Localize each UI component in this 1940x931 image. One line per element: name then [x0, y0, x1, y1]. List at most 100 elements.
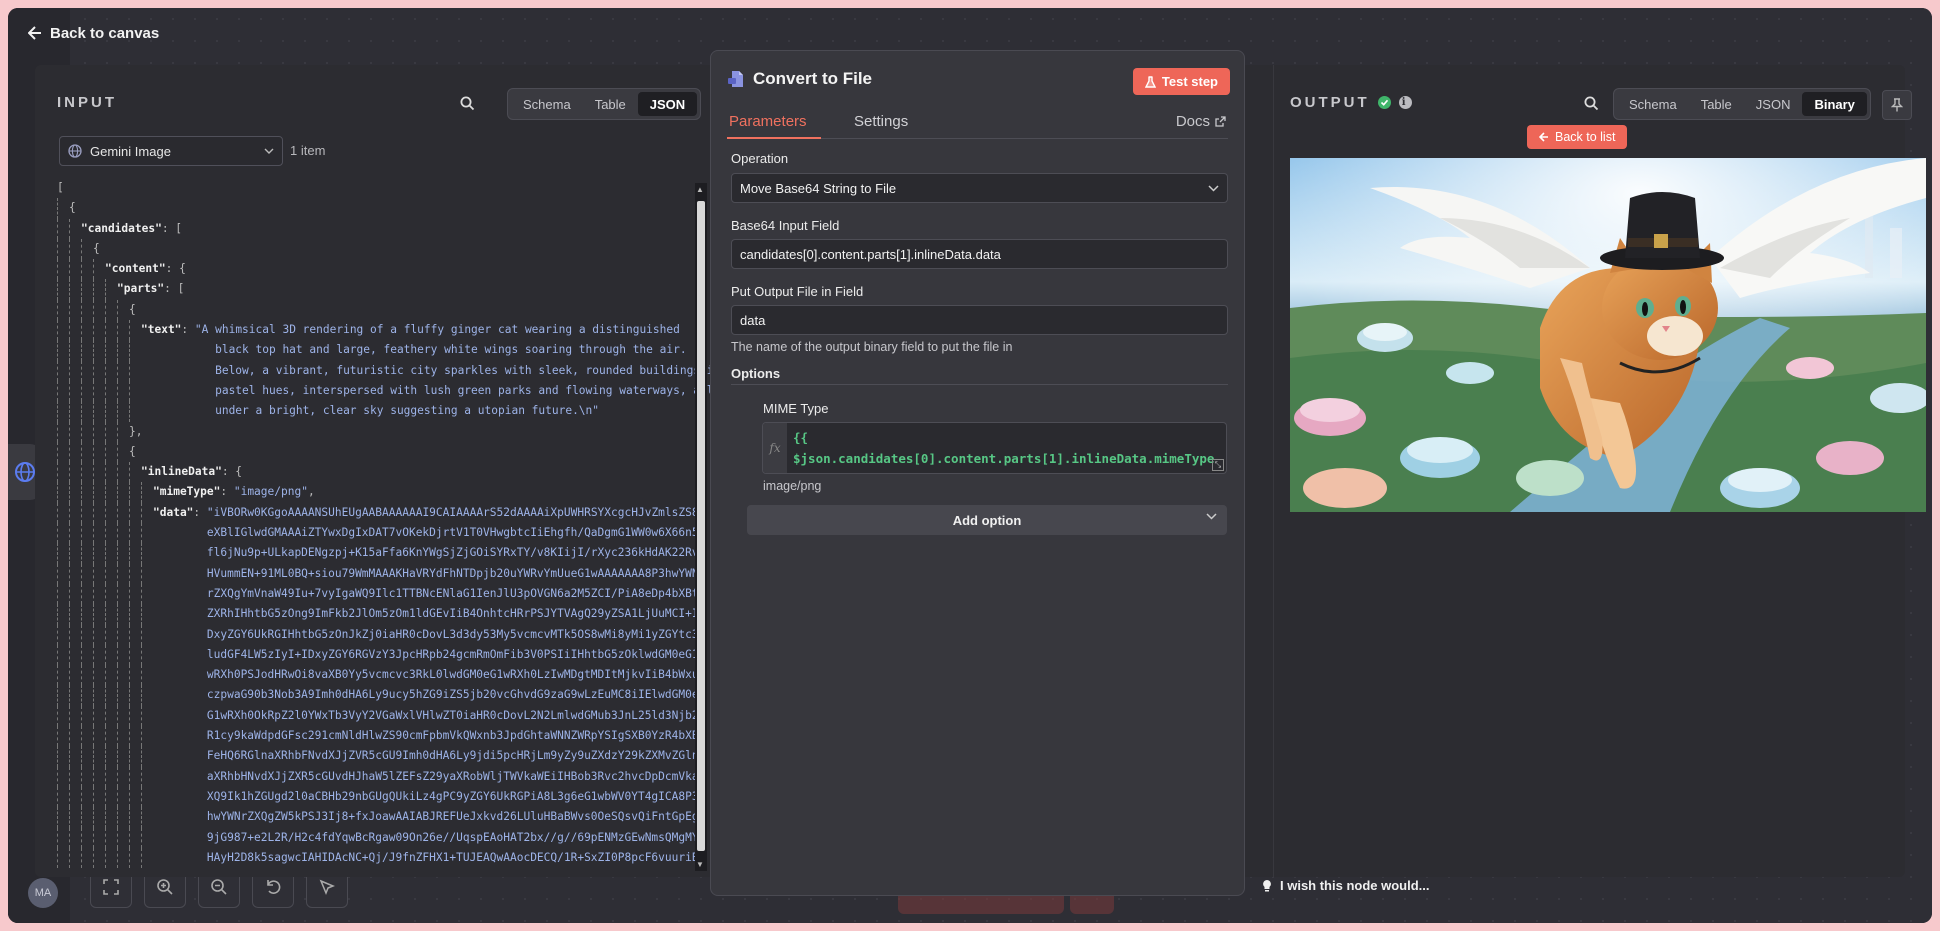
json-data-value: fl6jNu9p+ULkapDENgzpj+K15aFfa6KnYWgSjZjG…	[206, 546, 699, 560]
base64-field-label: Base64 Input Field	[731, 218, 840, 233]
input-search-button[interactable]	[457, 93, 477, 113]
chevron-down-icon	[1208, 184, 1219, 192]
input-title: INPUT	[57, 94, 117, 111]
docs-label: Docs	[1175, 113, 1210, 130]
output-view-json[interactable]: JSON	[1744, 92, 1803, 116]
json-data-value: 9jG987+e2L2R/H2c4fdYqwBcRgaw09On26e//Uqs…	[206, 830, 706, 844]
success-check-icon	[1377, 96, 1391, 109]
user-avatar[interactable]: MA	[28, 878, 58, 908]
cat-image	[1290, 158, 1926, 512]
test-step-button[interactable]: Test step	[1132, 68, 1230, 95]
operation-label: Operation	[731, 151, 789, 166]
docs-link[interactable]: Docs	[1176, 113, 1226, 130]
scroll-up-icon[interactable]: ▲	[696, 185, 704, 194]
json-scrollbar[interactable]: ▲ ▼	[695, 183, 707, 871]
node-details-panel: Convert to File Test step Parameters Set…	[710, 50, 1245, 896]
test-step-label: Test step	[1161, 74, 1218, 89]
expand-editor-icon[interactable]: ⤡	[1212, 459, 1224, 471]
json-line: aXRhbHNvdXJjZXR5cGUvdHJhaW5lZEFsZ29yaXRo…	[57, 766, 721, 787]
output-search-button[interactable]	[1581, 93, 1601, 113]
tab-settings[interactable]: Settings	[854, 113, 908, 130]
output-field-input[interactable]: data	[731, 305, 1228, 335]
search-icon	[460, 96, 474, 110]
input-view-switch: Schema Table JSON	[507, 88, 702, 120]
ndv-tabs: Parameters Settings Docs	[727, 107, 1228, 139]
json-data-value: HVummEN+91ML0BQ+siou79WmMAAAKHaVRYdFhNTD…	[206, 566, 699, 580]
options-heading: Options	[731, 366, 781, 381]
json-data-value: aXRhbHNvdXJjZXR5cGUvdHJhaW5lZEFsZ29yaXRo…	[206, 769, 699, 783]
json-data-value: HAyH2D8k5sagwcIAHIDAcNC+Qj/J9fnZFHX1+TUJ…	[206, 850, 699, 864]
json-line: hwYWNrZXQgZW5kPSJ3Ij8+fxJoawAAIABJREFUeJ…	[57, 807, 721, 828]
output-view-switch: Schema Table JSON Binary	[1613, 88, 1871, 120]
back-to-list-label: Back to list	[1555, 130, 1616, 144]
json-line: black top hat and large, feathery white …	[57, 340, 721, 361]
fit-view-icon	[103, 879, 119, 895]
json-viewer: [ { "candidates": [ { "content": { "part…	[57, 178, 721, 872]
input-view-json[interactable]: JSON	[637, 92, 698, 116]
tab-parameters[interactable]: Parameters	[729, 113, 807, 130]
json-data-value: czpwaG90b3Nob3A9Imh0dHA6Ly9ucy5hZG9iZS5j…	[206, 688, 699, 702]
json-data-value: FeHQ6RGlnaXRhbFNvdXJjZVR5cGU9Imh0dHA6Ly9…	[206, 749, 699, 763]
chevron-down-icon	[264, 148, 274, 154]
json-line: "inlineData": {	[57, 462, 721, 483]
add-option-button[interactable]: Add option	[747, 505, 1227, 535]
scroll-down-icon[interactable]: ▼	[696, 860, 704, 869]
add-option-label: Add option	[952, 512, 1022, 528]
json-line: FeHQ6RGlnaXRhbFNvdXJjZVR5cGU9Imh0dHA6Ly9…	[57, 746, 721, 767]
operation-select[interactable]: Move Base64 String to File	[731, 173, 1228, 203]
json-line: "data": "iVBORw0KGgoAAAANSUhEUgAABAAAAAA…	[57, 502, 721, 524]
json-line: "mimeType": "image/png",	[57, 482, 721, 503]
pin-data-button[interactable]	[1882, 90, 1912, 120]
input-view-schema[interactable]: Schema	[511, 92, 583, 116]
json-data-value: XQ9Ik1hZGUgd2l0aCBHb29nbGUgQUkiLz4gPC9yZ…	[206, 789, 699, 803]
json-line: {	[57, 198, 721, 219]
json-data-value: ZXRhIHhtbG5zOng9ImFkb2JlOm5zOm1ldGEvIiB4…	[206, 607, 699, 621]
info-icon[interactable]: i	[1398, 96, 1412, 109]
node-title-label: Convert to File	[753, 69, 873, 88]
output-view-table[interactable]: Table	[1689, 92, 1744, 116]
node-title: Convert to File	[727, 69, 872, 89]
input-node-select[interactable]: Gemini Image	[59, 136, 283, 166]
json-line: 9jG987+e2L2R/H2c4fdYqwBcRgaw09On26e//Uqs…	[57, 827, 721, 848]
output-view-binary[interactable]: Binary	[1802, 92, 1867, 116]
input-view-table[interactable]: Table	[583, 92, 638, 116]
json-line: Below, a vibrant, futuristic city sparkl…	[57, 360, 721, 381]
mime-type-label: MIME Type	[763, 401, 829, 416]
output-field-hint: The name of the output binary field to p…	[731, 340, 1013, 354]
json-line: "text": "A whimsical 3D rendering of a f…	[57, 320, 721, 341]
json-line: fl6jNu9p+ULkapDENgzpj+K15aFfa6KnYWgSjZjG…	[57, 543, 721, 564]
scroll-thumb[interactable]	[697, 201, 705, 851]
json-data-value: "iVBORw0KGgoAAAANSUhEUgAABAAAAAAI9CAIAAA…	[206, 505, 706, 519]
mime-type-result: image/png	[763, 479, 822, 493]
pin-icon	[1891, 98, 1903, 112]
json-data-value: G1wRXh0OkRpZ2l0YWxTb3VyY2VGaWxlVHlwZT0ia…	[206, 708, 699, 722]
json-text-value: "A whimsical 3D rendering of a fluffy gi…	[194, 323, 680, 337]
app-window: Back to canvas MA INPUT Schema Table JSO…	[8, 8, 1932, 923]
json-line: G1wRXh0OkRpZ2l0YWxTb3VyY2VGaWxlVHlwZT0ia…	[57, 705, 721, 727]
json-line: czpwaG90b3Nob3A9Imh0dHA6Ly9ucy5hZG9iZS5j…	[57, 685, 721, 706]
json-line: R1cy9kaWdpdGFsc291cmNldHlwZS90cmFpbmVkQW…	[57, 726, 721, 747]
mime-type-expression[interactable]: fx {{ $json.candidates[0].content.parts[…	[762, 422, 1227, 474]
input-item-count: 1 item	[290, 143, 326, 158]
json-text-value: Below, a vibrant, futuristic city sparkl…	[215, 363, 721, 377]
feedback-link[interactable]: I wish this node would...	[1262, 878, 1430, 893]
json-data-value: DxyZGY6UkRGIHhtbG5zOnJkZj0iaHR0cDovL3d3d…	[206, 627, 699, 641]
back-to-list-button[interactable]: Back to list	[1527, 125, 1628, 149]
json-data-value: ludGF4LW5zIyI+IDxyZGY6RGVzY3JpcHRpb24gcm…	[206, 647, 699, 661]
json-line: ZXRhIHhtbG5zOng9ImFkb2JlOm5zOm1ldGEvIiB4…	[57, 604, 721, 625]
json-line: XQ9Ik1hZGUgd2l0aCBHb29nbGUgQUkiLz4gPC9yZ…	[57, 786, 721, 808]
input-node-name: Gemini Image	[90, 143, 171, 159]
mime-expression-text: {{ $json.candidates[0].content.parts[1].…	[793, 427, 1222, 473]
json-line: "content": {	[57, 259, 721, 280]
io-divider	[1273, 65, 1274, 877]
back-to-canvas-link[interactable]: Back to canvas	[28, 22, 159, 44]
base64-field-input[interactable]: candidates[0].content.parts[1].inlineDat…	[731, 239, 1228, 269]
output-title: OUTPUT	[1290, 94, 1370, 111]
json-line: {	[57, 299, 721, 321]
output-view-schema[interactable]: Schema	[1617, 92, 1689, 116]
globe-icon	[68, 144, 82, 158]
binary-image-preview[interactable]	[1290, 158, 1926, 512]
json-data-value: rZXQgYmVnaW49Iu+7vyIgaWQ9Ilc1TTBNcENlaG1…	[206, 586, 699, 600]
external-link-icon	[1215, 116, 1226, 127]
json-line: HVummEN+91ML0BQ+siou79WmMAAAKHaVRYdFhNTD…	[57, 563, 721, 584]
